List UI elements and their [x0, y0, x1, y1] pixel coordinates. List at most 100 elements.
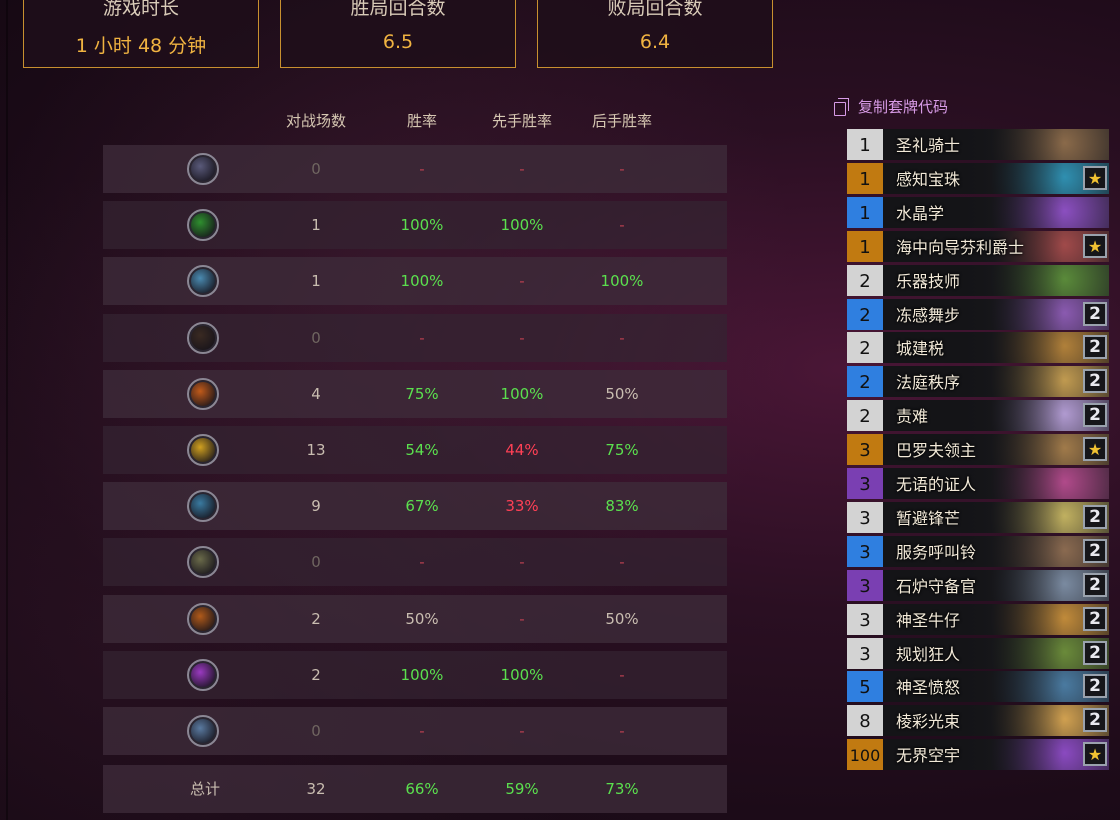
total-games: 32: [306, 780, 326, 798]
deck-card[interactable]: 3 规划狂人 2: [847, 637, 1109, 669]
total-first-winrate: 59%: [505, 780, 539, 798]
first-winrate-cell: 100%: [500, 216, 544, 235]
games-cell: 1: [311, 216, 321, 235]
card-name: 神圣牛仔: [896, 610, 961, 630]
hunter-class-icon: [187, 321, 219, 354]
card-count-badge: 2: [1083, 403, 1107, 428]
deck-card[interactable]: 3 无语的证人: [847, 468, 1109, 499]
first-winrate-cell: -: [519, 272, 525, 291]
card-name: 暂避锋芒: [896, 508, 961, 528]
deck-card[interactable]: 3 巴罗夫领主 ★: [847, 434, 1109, 466]
warlock-class-icon: [187, 658, 219, 691]
first-winrate-cell: -: [519, 160, 525, 178]
card-count-badge: 2: [1083, 674, 1107, 699]
demon-hunter-class-icon: [187, 209, 219, 242]
second-winrate-cell: -: [619, 216, 625, 235]
card-count-badge: 2: [1083, 606, 1107, 631]
deck-card[interactable]: 1 海中向导芬利爵士 ★: [847, 230, 1109, 262]
table-row: 1 100% - 100%: [103, 257, 727, 306]
table-row: 4 75% 100% 50%: [103, 369, 727, 418]
second-winrate-cell: 75%: [605, 441, 639, 459]
copy-deck-code-button[interactable]: 复制套牌代码: [834, 96, 948, 118]
header-first-winrate: 先手胜率: [491, 112, 552, 130]
deck-card[interactable]: 2 城建税 2: [847, 332, 1109, 364]
stat-label: 胜局回合数: [350, 0, 446, 19]
winrate-cell: 100%: [400, 665, 444, 684]
header-games: 对战场数: [285, 112, 346, 130]
second-winrate-cell: -: [619, 328, 625, 347]
card-name: 法庭秩序: [896, 373, 961, 393]
table-row: 0 - - -: [103, 145, 727, 193]
stat-value: 6.4: [639, 31, 671, 53]
card-cost: 2: [847, 264, 883, 296]
table-row: 9 67% 33% 83%: [103, 482, 727, 531]
games-cell: 0: [311, 328, 321, 347]
total-winrate: 66%: [405, 780, 439, 798]
winrate-cell: 100%: [400, 272, 444, 291]
stat-value: 6.5: [382, 31, 414, 53]
deck-card[interactable]: 2 冻感舞步 2: [847, 298, 1109, 330]
card-count-badge: 2: [1083, 369, 1107, 394]
legendary-star-icon: ★: [1083, 233, 1107, 258]
deck-card[interactable]: 100 无界空宇 ★: [847, 739, 1109, 771]
winrate-cell: -: [419, 553, 425, 572]
second-winrate-cell: -: [619, 160, 625, 178]
card-count-badge: 2: [1083, 504, 1107, 529]
table-row: 2 100% 100% -: [103, 650, 727, 699]
table-row: 0 - - -: [103, 313, 727, 362]
first-winrate-cell: 100%: [500, 384, 544, 403]
first-winrate-cell: -: [519, 722, 525, 740]
card-cost: 3: [847, 603, 883, 635]
card-count-badge: 2: [1083, 572, 1107, 597]
card-cost: 2: [847, 332, 883, 364]
card-cost: 1: [847, 162, 883, 194]
stat-value: 1 小时 48 分钟: [75, 35, 207, 57]
legendary-star-icon: ★: [1083, 742, 1107, 767]
deck-card[interactable]: 8 棱彩光束 2: [847, 705, 1109, 737]
card-name: 巴罗夫领主: [896, 441, 977, 461]
card-name: 石炉守备官: [896, 576, 977, 596]
second-winrate-cell: 50%: [605, 384, 639, 403]
winrate-cell: 100%: [400, 216, 444, 235]
stat-box-win-turns: 胜局回合数 6.5: [280, 0, 516, 68]
deck-card[interactable]: 2 责难 2: [847, 400, 1109, 432]
card-cost: 3: [847, 468, 883, 499]
deck-card[interactable]: 2 乐器技师: [847, 264, 1109, 296]
winrate-cell: 75%: [405, 384, 439, 403]
left-edge-divider: [6, 0, 8, 820]
deck-card[interactable]: 5 神圣愤怒 2: [847, 671, 1109, 703]
deck-card[interactable]: 3 暂避锋芒 2: [847, 501, 1109, 533]
winrate-cell: 50%: [405, 609, 439, 628]
stat-box-loss-turns: 败局回合数 6.4: [537, 0, 773, 68]
second-winrate-cell: -: [619, 722, 625, 740]
deck-card[interactable]: 1 圣礼骑士: [847, 129, 1109, 160]
card-name: 神圣愤怒: [896, 678, 961, 698]
deck-card[interactable]: 3 服务呼叫铃 2: [847, 535, 1109, 567]
first-winrate-cell: 33%: [505, 497, 539, 516]
deck-card[interactable]: 3 石炉守备官 2: [847, 569, 1109, 601]
mage-class-icon: [187, 377, 219, 410]
table-row: 0 - - -: [103, 538, 727, 587]
second-winrate-cell: -: [619, 665, 625, 684]
stat-label: 游戏时长: [102, 0, 179, 19]
table-row: 13 54% 44% 75%: [103, 426, 727, 474]
legendary-star-icon: ★: [1083, 437, 1107, 462]
card-count-badge: 2: [1083, 640, 1107, 665]
deck-card[interactable]: 2 法庭秩序 2: [847, 366, 1109, 398]
copy-icon: [834, 98, 849, 116]
card-name: 冻感舞步: [896, 305, 961, 325]
card-name: 圣礼骑士: [896, 136, 961, 155]
deck-card[interactable]: 1 水晶学: [847, 196, 1109, 228]
card-cost: 1: [847, 129, 883, 160]
deck-card[interactable]: 1 感知宝珠 ★: [847, 162, 1109, 194]
winrate-cell: -: [419, 722, 425, 740]
first-winrate-cell: 100%: [500, 665, 544, 684]
card-cost: 3: [847, 501, 883, 533]
druid-class-icon: [187, 265, 219, 298]
deck-card[interactable]: 3 神圣牛仔 2: [847, 603, 1109, 635]
card-cost: 2: [847, 298, 883, 330]
card-name: 无界空宇: [896, 746, 961, 766]
total-label: 总计: [189, 780, 220, 798]
card-count-badge: 2: [1083, 708, 1107, 733]
table-row: 2 50% - 50%: [103, 594, 727, 643]
